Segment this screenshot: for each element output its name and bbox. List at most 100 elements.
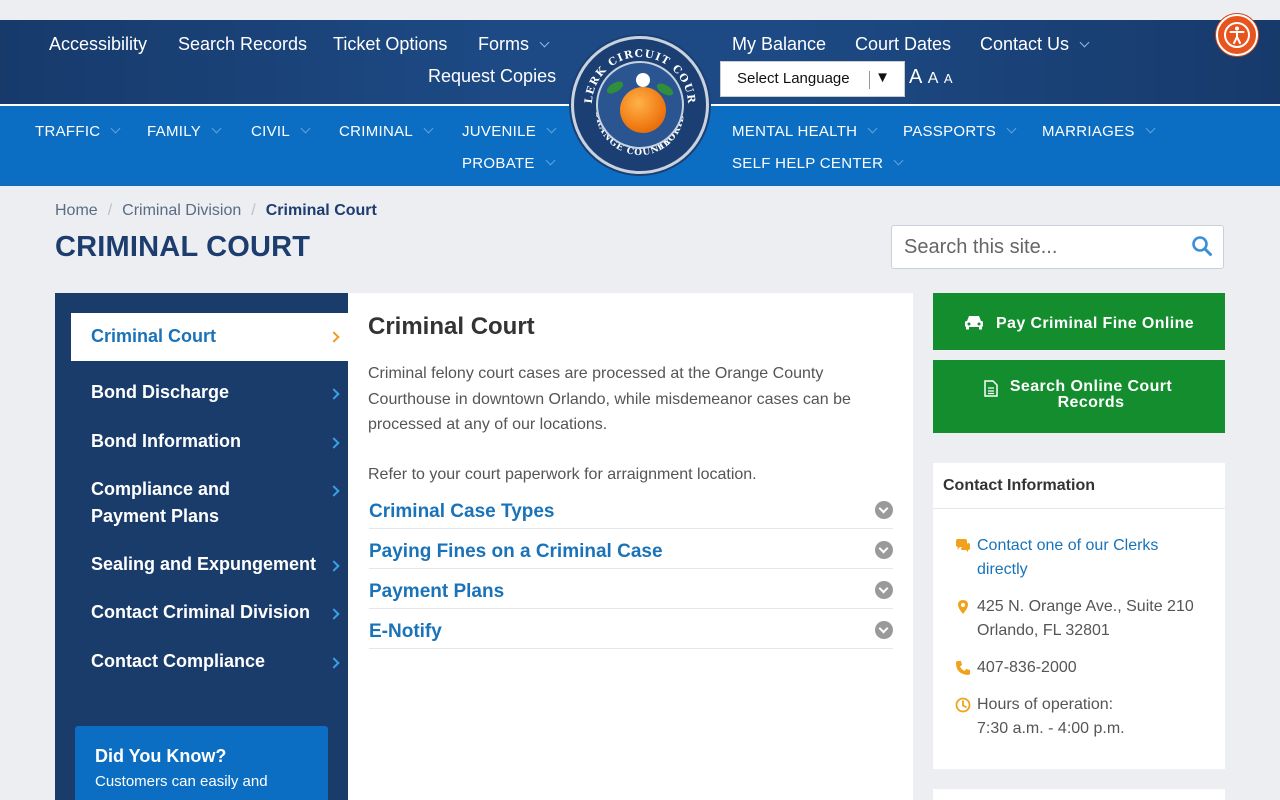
- accordion-title: Paying Fines on a Criminal Case: [369, 541, 663, 562]
- hours-value: 7:30 a.m. - 4:00 p.m.: [977, 720, 1125, 737]
- sidebar-item-contact-criminal-division[interactable]: Contact Criminal Division: [71, 599, 348, 626]
- sidebar-item-sealing-expungement[interactable]: Sealing and Expungement: [71, 551, 348, 578]
- document-icon: [984, 380, 998, 397]
- contact-information-card: Contact Information Contact one of our C…: [933, 463, 1225, 769]
- clerk-seal-logo[interactable]: CLERK CIRCUIT COURT ORANGE COUNTY FLORID…: [571, 36, 709, 174]
- sidebar-item-label: Compliance and Payment Plans: [91, 479, 231, 526]
- chevron-down-circle-icon: [875, 541, 893, 559]
- contact-clerks-row: Contact one of our Clerks directly: [955, 534, 1215, 582]
- chevron-down-icon: [546, 123, 557, 134]
- site-search: [891, 225, 1224, 269]
- font-size-small-button[interactable]: A: [944, 71, 953, 86]
- breadcrumb: Home / Criminal Division / Criminal Court: [55, 202, 377, 220]
- accordion-e-notify[interactable]: E-Notify: [369, 609, 893, 649]
- chevron-down-icon: [423, 123, 434, 134]
- font-size-medium-button[interactable]: A: [928, 70, 939, 87]
- font-size-large-button[interactable]: A: [909, 66, 922, 88]
- nav-civil[interactable]: CIVIL: [251, 123, 311, 140]
- nav-probate[interactable]: PROBATE: [462, 155, 556, 172]
- breadcrumb-home[interactable]: Home: [55, 202, 98, 219]
- hours-label: Hours of operation:: [977, 696, 1114, 713]
- breadcrumb-criminal-division[interactable]: Criminal Division: [122, 202, 241, 219]
- chevron-down-icon: [545, 155, 556, 166]
- search-court-records-button[interactable]: Search Online Court Records: [933, 360, 1225, 433]
- nav-request-copies[interactable]: Request Copies: [428, 66, 556, 87]
- language-select-value: Select Language: [737, 70, 850, 87]
- nav-traffic[interactable]: TRAFFIC: [35, 123, 121, 140]
- sidebar-item-compliance-payment-plans[interactable]: Compliance and Payment Plans: [71, 476, 348, 530]
- dropdown-arrow-icon: ▼: [875, 69, 890, 86]
- car-icon: [964, 316, 983, 330]
- accordion-title: E-Notify: [369, 621, 442, 642]
- nav-self-help-center[interactable]: SELF HELP CENTER: [732, 155, 904, 172]
- chevron-down-icon: [1145, 123, 1156, 134]
- language-select[interactable]: Select Language ▼: [720, 61, 905, 97]
- accessibility-widget-button[interactable]: [1216, 14, 1258, 56]
- nav-mental-health[interactable]: MENTAL HEALTH: [732, 123, 878, 140]
- nav-search-records[interactable]: Search Records: [178, 34, 307, 55]
- breadcrumb-current: Criminal Court: [265, 202, 377, 219]
- contact-phone-row: 407-836-2000: [955, 656, 1215, 680]
- nav-my-balance[interactable]: My Balance: [732, 34, 826, 55]
- chevron-down-icon: [1006, 123, 1017, 134]
- chevron-right-icon: [328, 485, 340, 497]
- contact-hours: Hours of operation: 7:30 a.m. - 4:00 p.m…: [977, 693, 1207, 741]
- orange-blossom-graphic: [636, 73, 650, 87]
- chevron-down-circle-icon: [875, 501, 893, 519]
- chevron-right-icon: [328, 657, 340, 669]
- address-line-2: Orlando, FL 32801: [977, 622, 1110, 639]
- sidebar-item-label: Criminal Court: [91, 326, 217, 346]
- contact-heading: Contact Information: [933, 463, 1225, 509]
- nav-contact-us[interactable]: Contact Us: [980, 34, 1090, 55]
- chevron-down-circle-icon: [875, 621, 893, 639]
- chevron-down-icon: [300, 123, 311, 134]
- accordion-title: Criminal Case Types: [369, 501, 555, 522]
- nav-family-label: FAMILY: [147, 123, 202, 140]
- search-button[interactable]: [1191, 235, 1213, 257]
- nav-court-dates[interactable]: Court Dates: [855, 34, 951, 55]
- nav-criminal[interactable]: CRIMINAL: [339, 123, 434, 140]
- search-input[interactable]: [904, 235, 1174, 259]
- contact-phone[interactable]: 407-836-2000: [977, 656, 1207, 680]
- chevron-right-icon: [328, 560, 340, 572]
- sidebar-item-bond-discharge[interactable]: Bond Discharge: [71, 379, 348, 406]
- accordion-paying-fines[interactable]: Paying Fines on a Criminal Case: [369, 529, 893, 569]
- nav-marriages[interactable]: MARRIAGES: [1042, 123, 1156, 140]
- contact-hours-row: Hours of operation: 7:30 a.m. - 4:00 p.m…: [955, 693, 1215, 741]
- accordion-payment-plans[interactable]: Payment Plans: [369, 569, 893, 609]
- accordion-criminal-case-types[interactable]: Criminal Case Types: [369, 489, 893, 529]
- select-divider: [869, 71, 870, 89]
- clock-icon: [955, 697, 971, 713]
- font-size-controls: A A A: [909, 66, 953, 89]
- seal-center: [596, 61, 684, 149]
- sidebar-item-bond-information[interactable]: Bond Information: [71, 428, 348, 455]
- chevron-down-icon: [867, 123, 878, 134]
- sidebar-item-label: Bond Information: [91, 431, 241, 451]
- nav-juvenile[interactable]: JUVENILE: [462, 123, 557, 140]
- nav-passports-label: PASSPORTS: [903, 123, 997, 140]
- content-heading: Criminal Court: [368, 313, 535, 340]
- nav-family[interactable]: FAMILY: [147, 123, 222, 140]
- nav-juvenile-label: JUVENILE: [462, 123, 537, 140]
- chevron-right-icon: [328, 388, 340, 400]
- page-title: CRIMINAL COURT: [55, 231, 311, 263]
- chevron-down-icon: [1079, 37, 1090, 48]
- sidebar-item-label: Bond Discharge: [91, 382, 230, 402]
- content-paragraph: Criminal felony court cases are processe…: [368, 365, 851, 433]
- nav-forms[interactable]: Forms: [478, 34, 550, 55]
- sidebar-item-criminal-court[interactable]: Criminal Court: [71, 313, 348, 361]
- nav-marriages-label: MARRIAGES: [1042, 123, 1135, 140]
- nav-accessibility[interactable]: Accessibility: [49, 34, 147, 55]
- sidebar-nav: Criminal Court Bond Discharge Bond Infor…: [55, 293, 348, 800]
- nav-ticket-options[interactable]: Ticket Options: [333, 34, 447, 55]
- did-you-know-text: Customers can easily and: [95, 773, 268, 790]
- accessibility-icon: [1224, 22, 1250, 48]
- pay-criminal-fine-button[interactable]: Pay Criminal Fine Online: [933, 293, 1225, 350]
- did-you-know-card: Did You Know? Customers can easily and: [75, 726, 328, 800]
- chevron-down-icon: [539, 37, 550, 48]
- sidebar-item-contact-compliance[interactable]: Contact Compliance: [71, 648, 348, 675]
- nav-traffic-label: TRAFFIC: [35, 123, 101, 140]
- nav-passports[interactable]: PASSPORTS: [903, 123, 1017, 140]
- contact-clerks-link[interactable]: Contact one of our Clerks directly: [977, 534, 1207, 582]
- sidebar-item-label: Sealing and Expungement: [91, 554, 317, 574]
